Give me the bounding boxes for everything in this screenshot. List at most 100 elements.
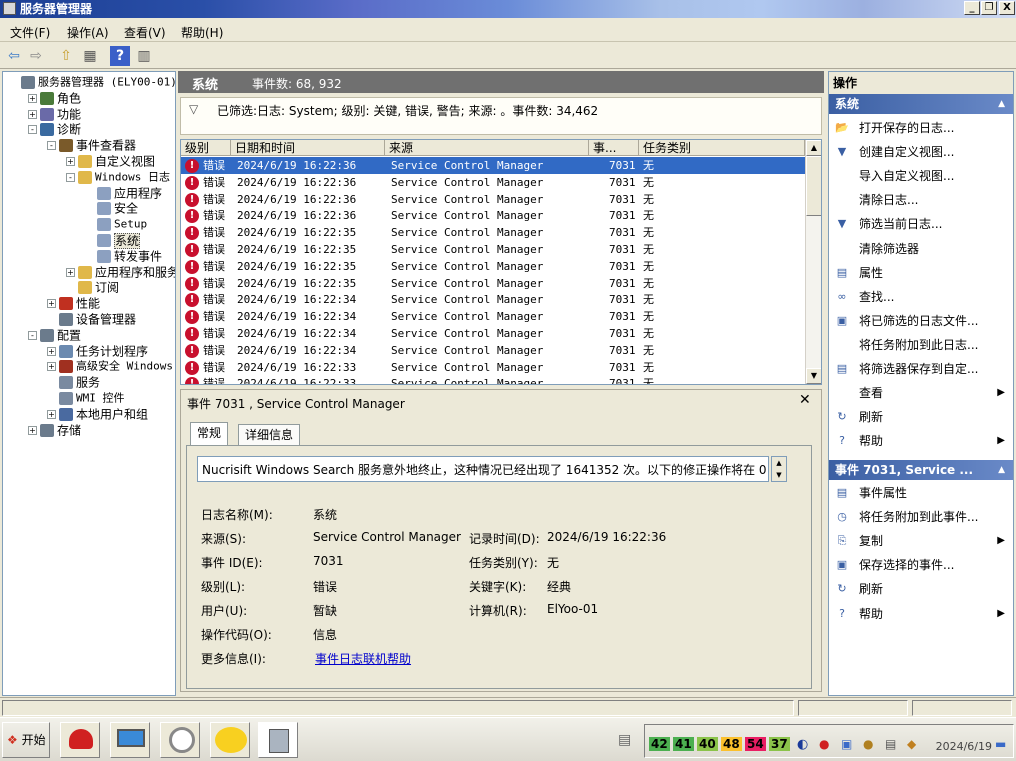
action-item[interactable]: 清除日志... xyxy=(829,189,1013,211)
tree-item[interactable]: + 任务计划程序 xyxy=(47,343,148,359)
clock-date[interactable]: 2024/6/19 xyxy=(936,740,992,753)
tree-item[interactable]: + 高级安全 Windows 防 xyxy=(47,358,175,374)
tab-details[interactable]: 详细信息 xyxy=(238,424,301,446)
action-item[interactable]: ▤ 将筛选器保存到自定... xyxy=(829,358,1013,380)
tree-item[interactable]: + 角色 xyxy=(28,90,81,106)
monitor-app-icon[interactable] xyxy=(110,722,150,758)
tray-indicator[interactable]: 41 xyxy=(673,737,694,751)
tray-indicator[interactable]: 40 xyxy=(697,737,718,751)
clock-app-icon[interactable] xyxy=(160,722,200,758)
action-item[interactable]: 将任务附加到此日志... xyxy=(829,334,1013,356)
action-item[interactable]: ↻ 刷新 xyxy=(829,406,1013,428)
menu-action[interactable]: 操作(A) xyxy=(67,24,109,41)
action-item[interactable]: ▼ 创建自定义视图... xyxy=(829,141,1013,163)
minimize-button[interactable]: _ xyxy=(964,1,980,15)
tray-indicator[interactable]: 37 xyxy=(769,737,790,751)
table-row[interactable]: ! 错误 2024/6/19 16:22:34 Service Control Man… xyxy=(181,342,805,359)
tree-item[interactable]: - 事件查看器 xyxy=(47,137,136,153)
tree-item[interactable]: 安全 xyxy=(85,200,138,216)
action-item[interactable]: ▣ 保存选择的事件... xyxy=(829,554,1013,576)
action-item[interactable]: ? 帮助 ▶ xyxy=(829,430,1013,452)
action-item[interactable]: 清除筛选器 xyxy=(829,238,1013,260)
table-row[interactable]: ! 错误 2024/6/19 16:22:36 Service Control Man… xyxy=(181,207,805,224)
table-row[interactable]: ! 错误 2024/6/19 16:22:35 Service Control Man… xyxy=(181,275,805,292)
table-row[interactable]: ! 错误 2024/6/19 16:22:33 Service Control Man… xyxy=(181,359,805,376)
driver-tray-icon[interactable]: ● xyxy=(863,737,873,751)
tree-item[interactable]: 应用程序 xyxy=(85,185,162,201)
action-item[interactable]: ↻ 刷新 xyxy=(829,578,1013,600)
tree-item[interactable]: 系统 xyxy=(85,232,141,249)
expand-icon[interactable]: + xyxy=(28,93,37,103)
collapse-icon[interactable]: - xyxy=(28,125,37,135)
mushroom-tray-icon[interactable]: ● xyxy=(819,737,829,751)
forward-arrow-icon[interactable]: ⇨ xyxy=(26,46,46,66)
tree-item[interactable]: + 应用程序和服务日 xyxy=(66,264,175,280)
actions-section-system[interactable]: 系统 ▲ xyxy=(829,94,1013,114)
tree-item[interactable]: - Windows 日志 xyxy=(66,169,170,185)
tree-item[interactable]: + 性能 xyxy=(47,295,100,311)
col-header-event-id[interactable]: 事... xyxy=(589,140,639,156)
event-description[interactable]: Nucrisift Windows Search 服务意外地终止，这种情况已经出… xyxy=(197,456,769,482)
keyboard-icon[interactable]: ▤ xyxy=(618,732,631,748)
mushroom-app-icon[interactable] xyxy=(60,722,100,758)
moon-icon[interactable]: ◐ xyxy=(797,737,808,752)
collapse-icon[interactable]: ▲ xyxy=(998,94,1005,114)
collapse-icon[interactable]: - xyxy=(66,172,75,182)
menu-view[interactable]: 查看(V) xyxy=(124,24,166,41)
tree-item[interactable]: 服务 xyxy=(47,374,100,390)
expand-icon[interactable]: + xyxy=(47,299,56,309)
action-item[interactable]: 导入自定义视图... xyxy=(829,165,1013,187)
back-arrow-icon[interactable]: ⇦ xyxy=(4,46,24,66)
display-tray-icon[interactable]: ▤ xyxy=(885,737,896,751)
show-hide-tree-icon[interactable]: ▦ xyxy=(80,46,100,66)
action-pane-icon[interactable]: ▥ xyxy=(134,46,154,66)
close-button[interactable]: X xyxy=(999,1,1015,15)
collapse-icon[interactable]: ▲ xyxy=(998,460,1005,480)
action-item[interactable]: 查看 ▶ xyxy=(829,382,1013,404)
table-row[interactable]: ! 错误 2024/6/19 16:22:34 Service Control Man… xyxy=(181,291,805,308)
tray-indicator[interactable]: 48 xyxy=(721,737,742,751)
tree-item[interactable]: + 自定义视图 xyxy=(66,153,155,169)
tree-item[interactable]: + 功能 xyxy=(28,106,81,122)
action-item[interactable]: ∞ 查找... xyxy=(829,286,1013,308)
tree-item[interactable]: 服务器管理器 (ELY00-01) xyxy=(9,74,175,90)
scroll-up-button[interactable]: ▲ xyxy=(806,140,821,156)
expand-icon[interactable]: + xyxy=(28,425,37,435)
online-help-link[interactable]: 事件日志联机帮助 xyxy=(315,650,411,667)
table-row[interactable]: ! 错误 2024/6/19 16:22:34 Service Control Man… xyxy=(181,308,805,325)
start-button[interactable]: ❖ 开始 xyxy=(2,722,50,758)
table-row[interactable]: ! 错误 2024/6/19 16:22:33 Service Control Man… xyxy=(181,375,805,384)
scroll-thumb[interactable] xyxy=(806,156,821,216)
action-item[interactable]: ▤ 属性 xyxy=(829,262,1013,284)
speaker-icon[interactable]: ◆ xyxy=(907,737,916,751)
table-row[interactable]: ! 错误 2024/6/19 16:22:35 Service Control Man… xyxy=(181,258,805,275)
tray-indicator[interactable]: 42 xyxy=(649,737,670,751)
menu-help[interactable]: 帮助(H) xyxy=(181,24,223,41)
tree-item[interactable]: 转发事件 xyxy=(85,248,162,264)
tree-item[interactable]: - 配置 xyxy=(28,327,81,343)
col-header-datetime[interactable]: 日期和时间 xyxy=(231,140,385,156)
tree-item[interactable]: + 本地用户和组 xyxy=(47,406,148,422)
up-folder-icon[interactable]: ⇧ xyxy=(56,46,76,66)
monitor-tray-icon[interactable]: ▬ xyxy=(995,737,1006,751)
tree-item[interactable]: WMI 控件 xyxy=(47,390,125,406)
actions-section-event[interactable]: 事件 7031, Service ... ▲ xyxy=(829,460,1013,480)
col-header-task-category[interactable]: 任务类别 xyxy=(639,140,805,156)
grid-scrollbar[interactable]: ▲ ▼ xyxy=(805,140,821,384)
tab-general[interactable]: 常规 xyxy=(190,422,229,446)
action-item[interactable]: 📂 打开保存的日志... xyxy=(829,117,1013,139)
tree-item[interactable]: - 诊断 xyxy=(28,121,81,137)
expand-icon[interactable]: + xyxy=(66,267,75,277)
restore-button[interactable]: ❐ xyxy=(981,1,997,15)
good-driver-icon[interactable] xyxy=(210,722,250,758)
table-row[interactable]: ! 错误 2024/6/19 16:22:35 Service Control Man… xyxy=(181,224,805,241)
table-row[interactable]: ! 错误 2024/6/19 16:22:35 Service Control Man… xyxy=(181,241,805,258)
tree-item[interactable]: 订阅 xyxy=(66,279,119,295)
action-item[interactable]: ◷ 将任务附加到此事件... xyxy=(829,506,1013,528)
server-manager-task-icon[interactable] xyxy=(258,722,298,758)
scroll-down-button[interactable]: ▼ xyxy=(806,368,821,384)
tree-item[interactable]: + 存储 xyxy=(28,422,81,438)
action-item[interactable]: ? 帮助 ▶ xyxy=(829,603,1013,625)
network-icon[interactable]: ▣ xyxy=(841,737,852,751)
action-item[interactable]: ▤ 事件属性 xyxy=(829,482,1013,504)
